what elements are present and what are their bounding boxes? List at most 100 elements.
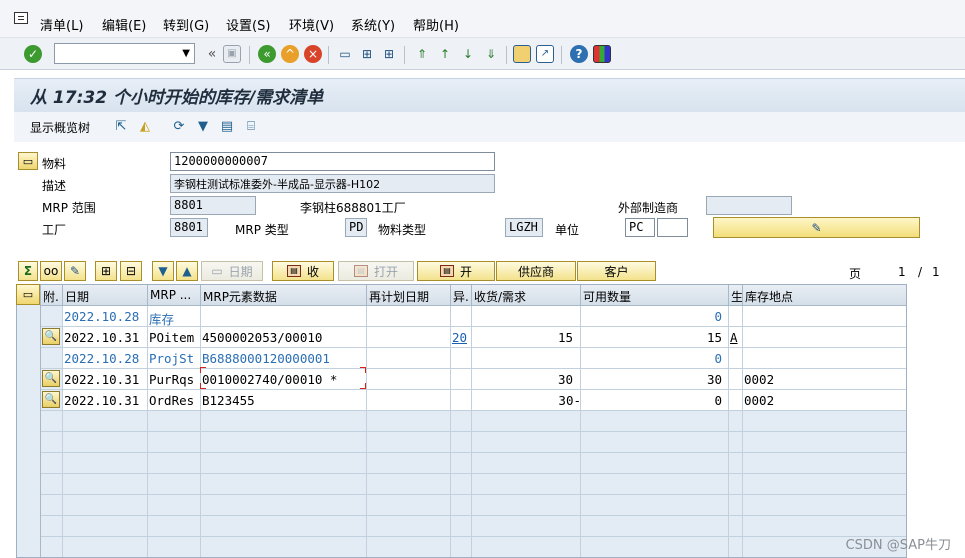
collapse-icon[interactable]: « [203, 45, 221, 63]
table-settings-button[interactable]: ▭ [16, 284, 40, 305]
exit-icon[interactable]: ^ [281, 45, 299, 63]
edit-button[interactable]: ✎ [713, 217, 920, 238]
selection-icon[interactable]: ⌸ [242, 117, 260, 135]
sort-ascending-button[interactable]: ▲ [176, 261, 198, 281]
col-header-reschedule-date[interactable]: 再计划日期 [367, 285, 451, 306]
cell-storage-location: 0002 [744, 372, 775, 387]
menu-settings[interactable]: 设置(S) [226, 15, 270, 34]
glasses-button[interactable]: oo [40, 261, 62, 281]
collapse-all-button[interactable]: ⊟ [120, 261, 142, 281]
date-button[interactable]: ▭ 日期 [201, 261, 263, 281]
edit-pencil-icon: ✎ [811, 220, 822, 235]
vendor-button[interactable]: 供应商 [496, 261, 576, 281]
back-icon[interactable]: « [258, 45, 276, 63]
details-icon[interactable]: ▤ [218, 117, 236, 135]
glasses-icon: oo [43, 264, 59, 278]
menu-help[interactable]: 帮助(H) [413, 15, 459, 34]
material-label: 物料 [42, 157, 67, 171]
open-item-icon: ▤ [439, 265, 454, 277]
previous-page-icon[interactable]: ↑ [436, 45, 454, 63]
first-page-icon[interactable]: ⇑ [413, 45, 431, 63]
previous-material-icon[interactable]: ⇱ [112, 117, 130, 135]
date-icon: ▭ [211, 264, 223, 278]
menu-goto[interactable]: 转到(G) [163, 15, 209, 34]
watermark: CSDN @SAP牛刀 [845, 538, 951, 553]
col-header-storage-location[interactable]: 库存地点 [743, 285, 906, 306]
next-page-icon[interactable]: ↓ [459, 45, 477, 63]
enter-icon[interactable]: ✓ [24, 45, 42, 63]
show-overview-tree-button[interactable]: 显示概览树 [30, 119, 90, 136]
next-material-icon[interactable]: ◭ [136, 117, 154, 135]
cell-receipt: 15 [557, 330, 573, 345]
date-button-label: 日期 [228, 264, 253, 279]
pencil-button[interactable]: ✎ [64, 261, 86, 281]
cell-mrp-element-data: B6888000120000001 [202, 351, 330, 366]
unit-extra-field[interactable] [657, 218, 688, 237]
help-icon[interactable]: ? [570, 45, 588, 63]
mrp-type-field: PD [345, 218, 367, 237]
customer-button[interactable]: 客户 [577, 261, 656, 281]
cell-storage-location: 0002 [744, 393, 775, 408]
cell-date: 2022.10.31 [64, 330, 140, 345]
cell-receipt: 30 [557, 372, 573, 387]
col-header-date[interactable]: 日期 [63, 285, 148, 306]
find-next-icon[interactable]: ⊞ [380, 45, 398, 63]
open-item-button-label: 开 [459, 264, 472, 279]
col-header-mrp-element-data[interactable]: MRP元素数据 [201, 285, 367, 306]
detail-magnifier-icon[interactable]: 🔍 [42, 370, 60, 387]
find-icon[interactable]: ⊞ [358, 45, 376, 63]
open-button[interactable]: ▤ 打开 [338, 261, 414, 281]
cell-date: 2022.10.31 [64, 393, 140, 408]
menu-system[interactable]: 系统(Y) [351, 15, 395, 34]
external-manufacturer-field [706, 196, 792, 215]
col-header-attachment[interactable]: 附. [41, 285, 63, 306]
unit-field[interactable]: PC [625, 218, 655, 237]
col-header-exception[interactable]: 异. [451, 285, 472, 306]
new-session-icon[interactable] [513, 45, 531, 63]
print-icon[interactable]: ▭ [336, 45, 354, 63]
mrp-type-label: MRP 类型 [235, 223, 289, 237]
col-header-mrp-element[interactable]: MRP ... [148, 285, 201, 306]
filter-icon[interactable]: ▼ [194, 117, 212, 135]
detail-magnifier-icon[interactable]: 🔍 [42, 391, 60, 408]
shortcut-icon[interactable]: ↗ [536, 45, 554, 63]
sum-button[interactable]: Σ [18, 261, 38, 281]
col-header-receipt-requirement[interactable]: 收货/需求 [472, 285, 581, 306]
chevron-down-icon[interactable]: ▼ [182, 48, 190, 59]
expand-all-button[interactable]: ⊞ [95, 261, 117, 281]
cell-mrp-element-data[interactable]: 0010002740/00010 * [202, 369, 337, 389]
vendor-button-label: 供应商 [517, 264, 554, 279]
cell-mrp-element-data: 4500002053/00010 [202, 330, 323, 345]
cell-mrp-element: ProjSt [149, 351, 195, 366]
cell-flag: A [730, 330, 738, 345]
col-header-available-quantity[interactable]: 可用数量 [581, 285, 729, 306]
command-field[interactable]: ▼ [54, 43, 195, 64]
save-icon[interactable]: ▣ [223, 45, 241, 63]
expand-tree-icon: ⊞ [100, 264, 112, 278]
unit-label: 单位 [555, 223, 580, 237]
detail-magnifier-icon[interactable]: 🔍 [42, 328, 60, 345]
receive-button[interactable]: ▤ 收 [272, 261, 334, 281]
cell-mrp-element: PurRqs [149, 372, 195, 387]
menu-list[interactable]: 清单(L) [40, 15, 83, 34]
row-selector-column[interactable] [17, 285, 41, 557]
material-header-toggle-button[interactable]: ▭ [18, 152, 38, 170]
refresh-icon[interactable]: ⟳ [170, 117, 188, 135]
last-page-icon[interactable]: ⇓ [482, 45, 500, 63]
sort-descending-button[interactable]: ▼ [152, 261, 174, 281]
material-field[interactable]: 1200000000007 [170, 152, 495, 171]
menu-environment[interactable]: 环境(V) [289, 15, 334, 34]
cancel-icon[interactable]: × [304, 45, 322, 63]
cell-receipt: 30- [558, 393, 581, 408]
menu-edit[interactable]: 编辑(E) [102, 15, 146, 34]
open-item-button[interactable]: ▤ 开 [417, 261, 495, 281]
system-menu-icon[interactable] [14, 12, 28, 24]
customize-layout-icon[interactable] [593, 45, 611, 63]
table-row[interactable] [62, 306, 906, 326]
page-label: 页 [849, 267, 862, 281]
cell-available: 0 [714, 309, 722, 324]
open-button-label: 打开 [373, 264, 398, 279]
col-header-production-flag[interactable]: 生 [729, 285, 743, 306]
pencil-icon: ✎ [69, 264, 81, 278]
cell-exception-link[interactable]: 20 [452, 327, 467, 347]
